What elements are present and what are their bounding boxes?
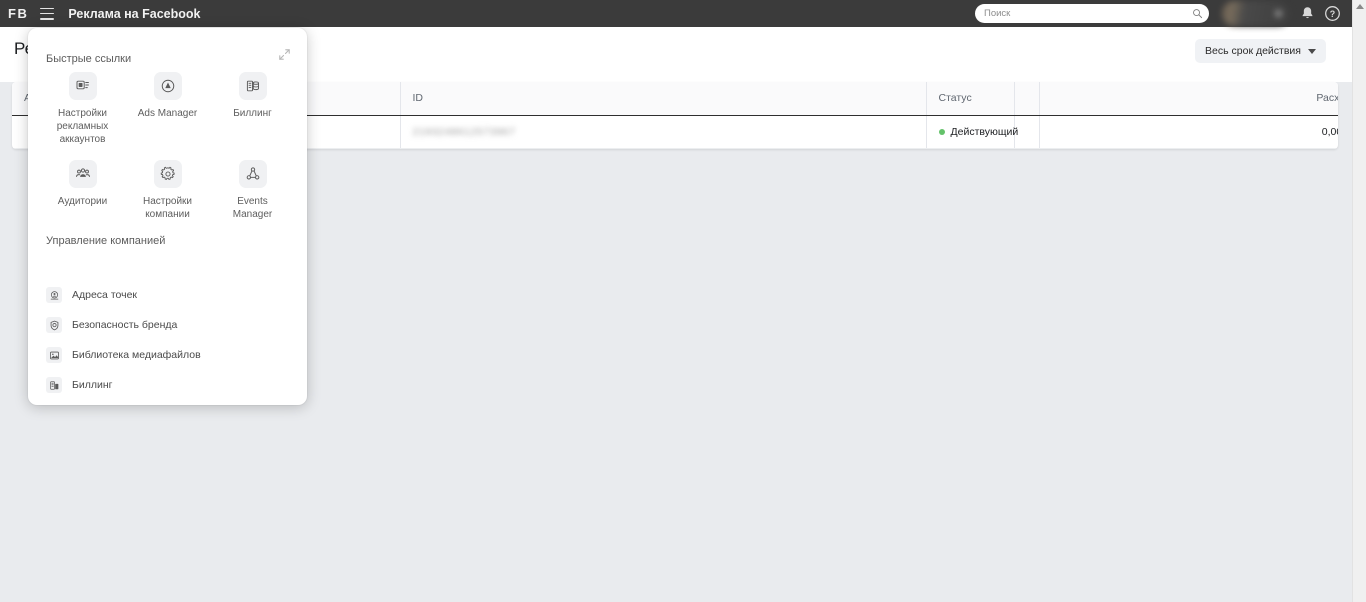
column-header-spend[interactable]: Расход bbox=[1039, 82, 1338, 116]
quick-links-grid: Настройки рекламных аккаунтов Ads Manage… bbox=[40, 68, 295, 221]
list-item-label: Адреса точек bbox=[72, 289, 138, 301]
top-navigation-bar: FB Реклама на Facebook ? bbox=[0, 0, 1352, 27]
notifications-bell-icon[interactable] bbox=[1299, 5, 1316, 22]
audiences-icon bbox=[68, 160, 97, 188]
vertical-scrollbar[interactable] bbox=[1352, 0, 1366, 602]
list-item-label: Биллинг bbox=[72, 379, 113, 391]
quick-links-title: Быстрые ссылки bbox=[46, 53, 132, 65]
ad-accounts-icon bbox=[68, 72, 97, 100]
brand-safety-shield-icon bbox=[46, 317, 62, 333]
quick-link-events-manager[interactable]: Events Manager bbox=[210, 156, 295, 221]
date-range-button[interactable]: Весь срок действия bbox=[1195, 39, 1326, 63]
column-header-id[interactable]: ID bbox=[400, 82, 927, 116]
cell-id: 2193248612573967 bbox=[400, 115, 927, 149]
business-management-title: Управление компанией bbox=[46, 235, 166, 247]
help-icon[interactable]: ? bbox=[1324, 5, 1341, 22]
status-badge: Действующий bbox=[950, 125, 1019, 138]
list-item-store-locations[interactable]: Адреса точек bbox=[28, 280, 307, 310]
quick-link-audiences[interactable]: Аудитории bbox=[40, 156, 125, 221]
quick-link-ads-manager[interactable]: Ads Manager bbox=[125, 68, 210, 146]
chevron-down-icon bbox=[1308, 48, 1316, 54]
ads-manager-icon bbox=[153, 72, 182, 100]
list-item-brand-safety[interactable]: Безопасность бренда bbox=[28, 310, 307, 340]
account-id-value: 2193248612573967 bbox=[412, 125, 516, 138]
list-item-label: Библиотека медиафайлов bbox=[72, 349, 201, 361]
building-icon bbox=[46, 377, 62, 393]
gear-icon bbox=[153, 160, 182, 188]
cell-status: Действующий bbox=[926, 115, 1018, 149]
list-item-label: Безопасность бренда bbox=[72, 319, 178, 331]
column-header-spacer bbox=[1014, 82, 1040, 116]
fb-logo[interactable]: FB bbox=[8, 6, 28, 21]
list-item-billing[interactable]: Биллинг bbox=[28, 370, 307, 400]
quick-link-ad-account-settings[interactable]: Настройки рекламных аккаунтов bbox=[40, 68, 125, 146]
svg-text:?: ? bbox=[1330, 9, 1335, 19]
quick-link-label: Настройки компании bbox=[142, 196, 193, 220]
location-icon bbox=[46, 287, 62, 303]
hamburger-menu-icon[interactable] bbox=[40, 7, 55, 20]
user-avatar[interactable] bbox=[1222, 1, 1290, 26]
search-icon bbox=[1192, 8, 1203, 19]
column-header-status[interactable]: Статус bbox=[926, 82, 1015, 116]
quick-link-billing[interactable]: Биллинг bbox=[210, 68, 295, 146]
business-management-list: Адреса точек Безопасность бренда Библиот… bbox=[28, 280, 307, 405]
quick-link-business-settings[interactable]: Настройки компании bbox=[125, 156, 210, 221]
quick-link-label: Биллинг bbox=[233, 108, 272, 119]
billing-icon bbox=[238, 72, 267, 100]
quick-links-panel: Быстрые ссылки Настройки рекламных аккау… bbox=[28, 28, 307, 405]
status-dot-icon bbox=[938, 128, 945, 135]
app-title: Реклама на Facebook bbox=[68, 6, 201, 21]
events-manager-icon bbox=[238, 160, 267, 188]
search-box[interactable] bbox=[975, 4, 1209, 23]
quick-link-label: Настройки рекламных аккаунтов bbox=[56, 108, 109, 145]
expand-icon[interactable] bbox=[278, 48, 291, 61]
date-range-label: Весь срок действия bbox=[1205, 45, 1301, 57]
quick-link-label: Ads Manager bbox=[137, 108, 198, 119]
cell-spend: 0,00 $ bbox=[1039, 115, 1338, 149]
quick-link-label: Events Manager bbox=[232, 196, 273, 220]
scroll-up-arrow-icon[interactable] bbox=[1355, 4, 1364, 9]
list-item-account-quality[interactable]: Качество аккаунта bbox=[28, 400, 307, 405]
search-input[interactable] bbox=[984, 8, 1192, 19]
quick-link-label: Аудитории bbox=[57, 196, 108, 207]
list-item-media-library[interactable]: Библиотека медиафайлов bbox=[28, 340, 307, 370]
media-library-icon bbox=[46, 347, 62, 363]
